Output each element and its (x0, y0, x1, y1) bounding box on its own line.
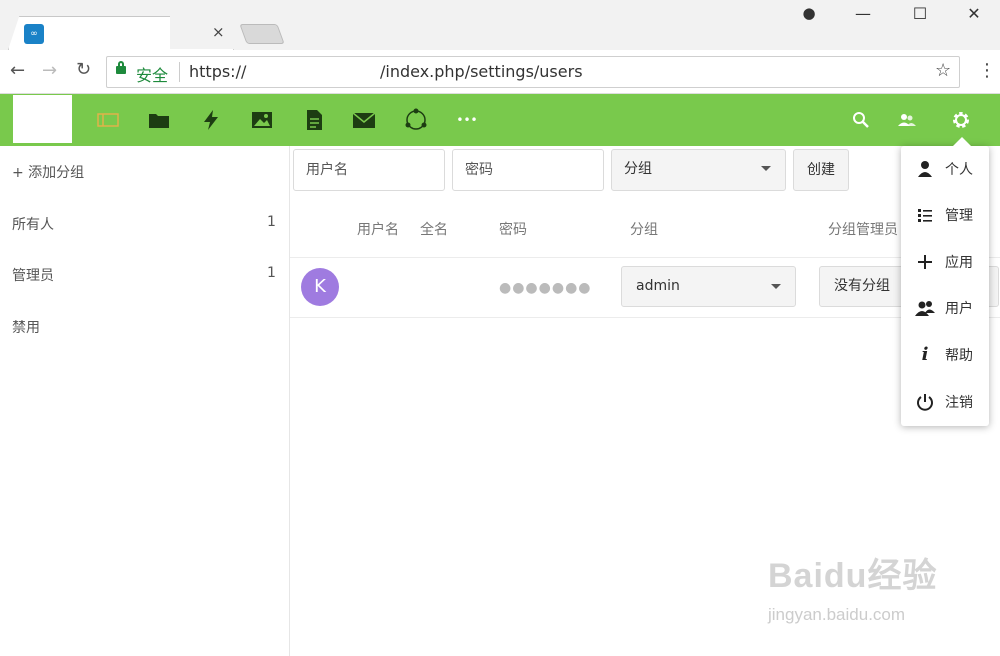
mail-icon[interactable] (352, 108, 376, 132)
account-icon[interactable]: ● (799, 4, 819, 22)
url-prefix: https:// (189, 62, 247, 81)
plus-icon (915, 252, 935, 272)
info-icon: i (921, 344, 929, 365)
lock-icon (116, 61, 126, 74)
password-mask[interactable]: ●●●●●●● (499, 280, 592, 296)
bookmark-star-icon[interactable]: ☆ (935, 60, 951, 81)
files-icon[interactable] (147, 108, 171, 132)
chevron-down-icon (761, 166, 771, 171)
sidebar-item-disabled[interactable]: 禁用 (12, 317, 40, 337)
maximize-icon[interactable]: ☐ (910, 4, 930, 23)
subadmin-value: 没有分组 (834, 278, 890, 294)
gallery-icon[interactable] (250, 108, 274, 132)
users-icon (915, 298, 935, 318)
window-close-icon[interactable]: ✕ (964, 4, 984, 23)
column-header-password: 密码 (499, 222, 527, 238)
person-icon (915, 159, 935, 179)
menu-item-help[interactable]: i 帮助 (901, 332, 989, 378)
menu-item-label: 帮助 (945, 348, 973, 364)
add-group-button[interactable]: + 添加分组 (12, 162, 84, 182)
menu-item-label: 注销 (945, 395, 973, 411)
column-header-groups: 分组 (630, 222, 658, 238)
avatar: K (301, 268, 339, 306)
url-divider (179, 62, 180, 82)
column-header-subadmin: 分组管理员 (828, 222, 898, 238)
new-username-input[interactable]: 用户名 (293, 149, 445, 191)
tab-close-icon[interactable]: × (212, 23, 225, 41)
create-user-button[interactable]: 创建 (793, 149, 849, 191)
reload-icon[interactable]: ↻ (76, 59, 91, 80)
sidebar-item-everyone[interactable]: 所有人 (12, 214, 54, 234)
chevron-down-icon (771, 284, 781, 289)
nextcloud-tab-icon: ∞ (24, 24, 44, 44)
header-divider (290, 257, 1000, 258)
column-header-fullname[interactable]: 全名 (420, 219, 448, 239)
circles-icon[interactable] (404, 108, 428, 132)
settings-gear-icon[interactable] (949, 108, 973, 132)
group-select[interactable]: 分组 (611, 149, 786, 191)
menu-item-personal[interactable]: 个人 (901, 146, 989, 192)
secure-label: 安全 (136, 66, 169, 85)
user-group-select[interactable]: admin (621, 266, 796, 307)
new-password-input[interactable]: 密码 (452, 149, 604, 191)
settings-menu: 个人 管理 应用 用户 i 帮助 注销 (901, 137, 989, 426)
notes-icon[interactable] (302, 108, 326, 132)
user-group-value: admin (636, 278, 680, 294)
new-tab-button[interactable] (239, 24, 285, 44)
list-icon (915, 205, 935, 225)
column-header-username[interactable]: 用户名 (357, 219, 399, 239)
menu-item-label: 管理 (945, 208, 973, 224)
activity-icon[interactable] (199, 108, 223, 132)
baidu-watermark: Baidu经验 (768, 557, 938, 595)
menu-item-label: 个人 (945, 162, 973, 178)
menu-item-admin[interactable]: 管理 (901, 192, 989, 238)
dashboard-icon[interactable] (96, 108, 120, 132)
contacts-icon[interactable] (895, 108, 919, 132)
search-icon[interactable] (849, 108, 873, 132)
menu-item-apps[interactable]: 应用 (901, 239, 989, 285)
group-select-label: 分组 (624, 161, 652, 177)
menu-item-label: 应用 (945, 255, 973, 271)
minimize-icon[interactable]: — (853, 4, 873, 23)
logo[interactable] (13, 95, 72, 143)
url-path: /index.php/settings/users (380, 62, 583, 81)
menu-item-users[interactable]: 用户 (901, 285, 989, 331)
back-icon[interactable]: ← (10, 60, 25, 81)
browser-menu-icon[interactable]: ⋮ (978, 60, 996, 81)
menu-item-label: 用户 (945, 301, 973, 317)
sidebar-count-admins: 1 (267, 265, 276, 281)
forward-icon[interactable]: → (42, 60, 57, 81)
row-divider (290, 317, 1000, 318)
sidebar-count-everyone: 1 (267, 214, 276, 230)
baidu-watermark-url: jingyan.baidu.com (768, 605, 906, 624)
sidebar-item-admins[interactable]: 管理员 (12, 265, 54, 285)
more-apps-icon[interactable]: ••• (455, 108, 479, 132)
menu-item-logout[interactable]: 注销 (901, 379, 989, 425)
power-icon (915, 392, 935, 412)
